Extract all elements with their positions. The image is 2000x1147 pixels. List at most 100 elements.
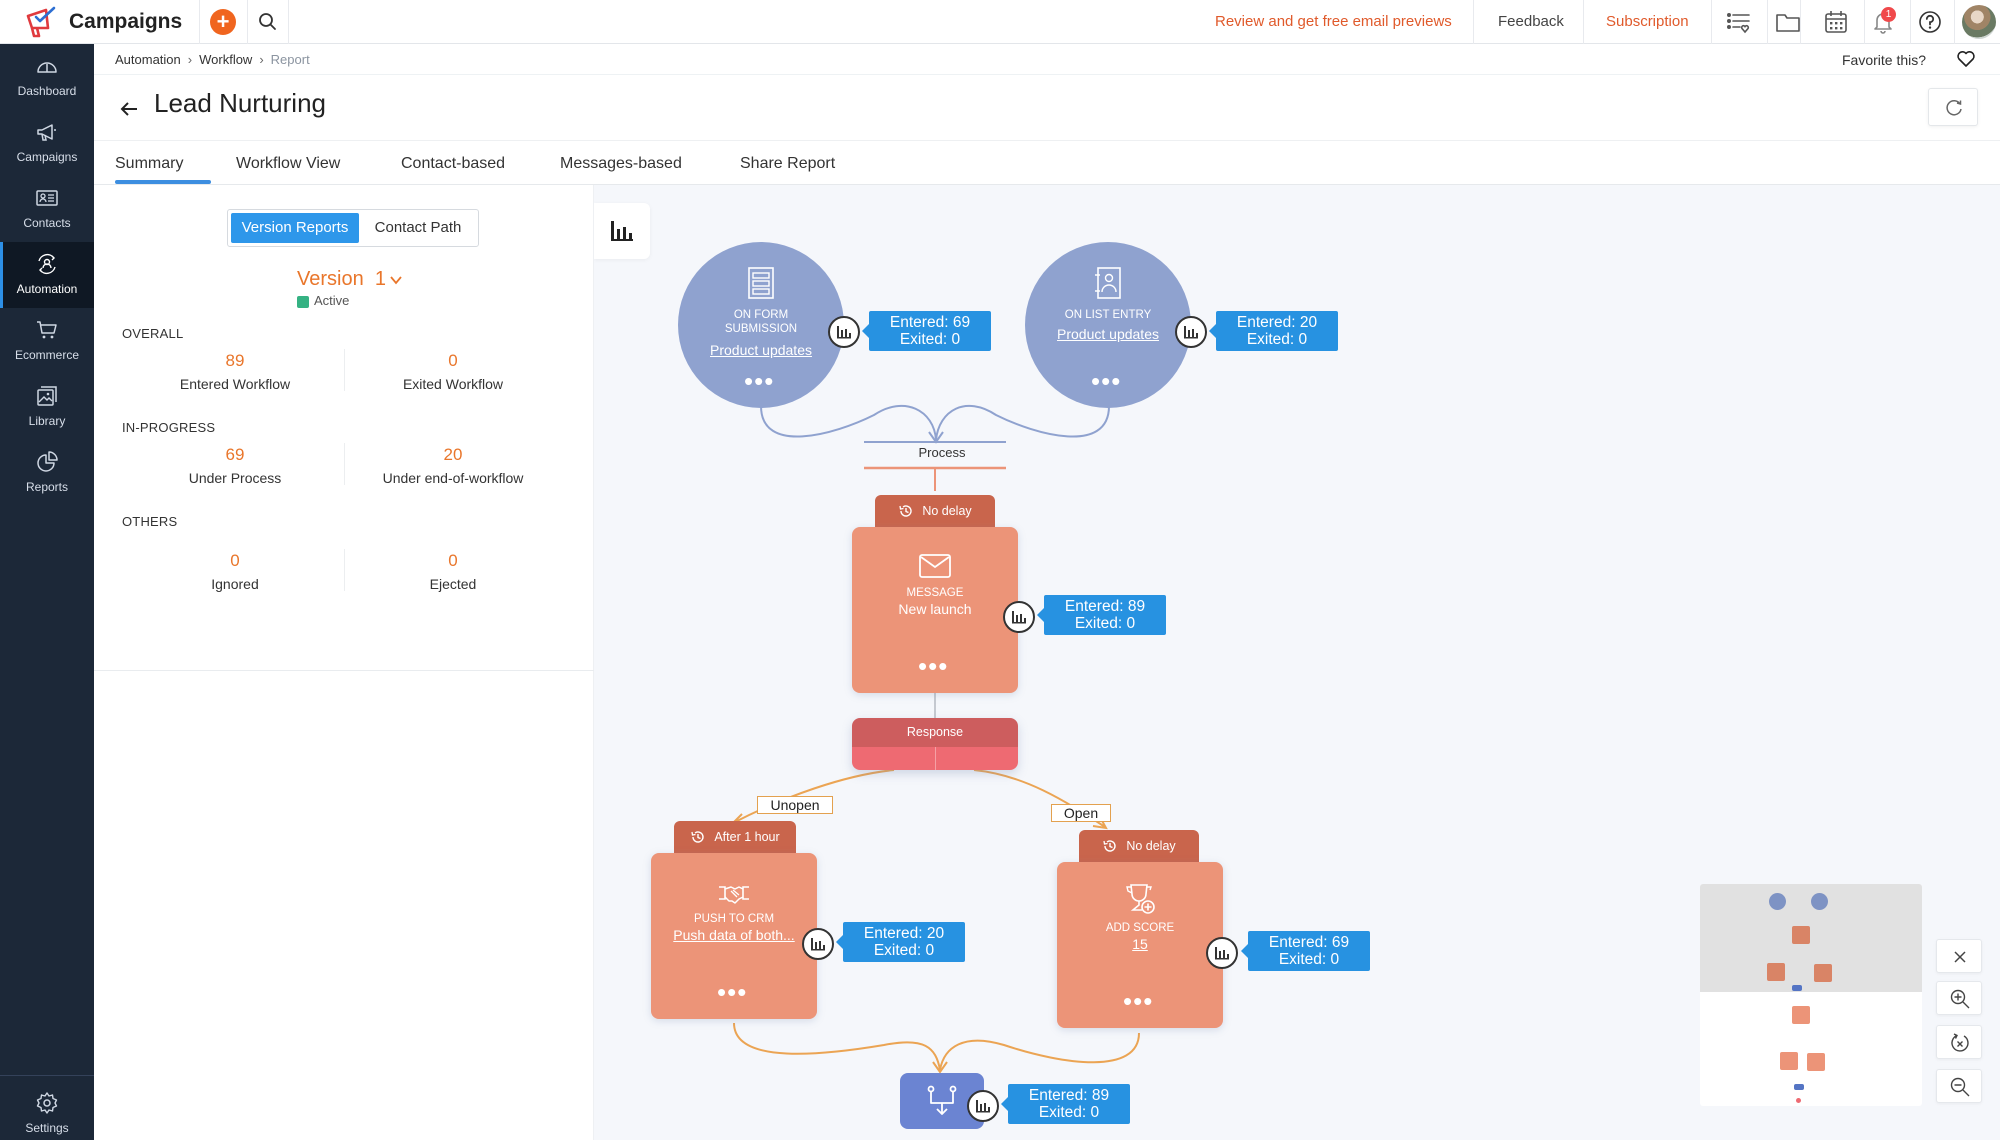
trigger-type-line1: ON FORM bbox=[733, 309, 789, 321]
node-stats-button[interactable] bbox=[1003, 601, 1035, 633]
delay-label: No delay bbox=[1126, 839, 1176, 853]
zoom-in-button[interactable] bbox=[1936, 981, 1982, 1015]
stat-label: Under Process bbox=[188, 470, 282, 486]
node-stats-button[interactable] bbox=[967, 1090, 999, 1122]
workflow-canvas[interactable]: ON FORM SUBMISSION Product updates ••• En… bbox=[594, 185, 2000, 1140]
breadcrumb-automation[interactable]: Automation bbox=[115, 52, 181, 67]
subscription-link[interactable]: Subscription bbox=[1606, 13, 1689, 30]
sidebar-item-library[interactable]: Library bbox=[0, 374, 94, 440]
clock-history-icon bbox=[899, 505, 913, 517]
node-stats-button[interactable] bbox=[802, 928, 834, 960]
branch-label-unopen: Unopen bbox=[757, 796, 833, 814]
version-reports-button[interactable]: Version Reports bbox=[231, 213, 359, 243]
refresh-button[interactable] bbox=[1928, 88, 1978, 126]
stat-label: Ignored bbox=[211, 576, 259, 592]
tab-contact-based[interactable]: Contact-based bbox=[401, 155, 505, 173]
email-previews-link[interactable]: Review and get free email previews bbox=[1215, 13, 1452, 30]
trigger-form-link[interactable]: Product updates bbox=[678, 342, 844, 358]
sidebar-item-label: Contacts bbox=[23, 216, 71, 230]
reset-zoom-button[interactable] bbox=[1936, 1025, 1982, 1059]
task-list-icon[interactable] bbox=[1725, 8, 1753, 36]
minimap[interactable] bbox=[1700, 884, 1922, 1106]
tab-share-report[interactable]: Share Report bbox=[740, 155, 835, 173]
back-arrow-icon[interactable] bbox=[118, 98, 140, 120]
avatar[interactable] bbox=[1962, 5, 1996, 39]
folder-icon[interactable] bbox=[1774, 8, 1802, 36]
minimap-trigger bbox=[1769, 893, 1786, 910]
node-stats-button[interactable] bbox=[828, 316, 860, 348]
sidebar-item-ecommerce[interactable]: Ecommerce bbox=[0, 308, 94, 374]
divider bbox=[288, 0, 289, 44]
calendar-icon[interactable] bbox=[1822, 8, 1850, 36]
response-branches bbox=[852, 747, 1018, 770]
zoom-out-button[interactable] bbox=[1936, 1069, 1982, 1103]
more-options-icon[interactable]: ••• bbox=[918, 653, 948, 679]
node-stats-tooltip: Entered: 89 Exited: 0 bbox=[1037, 595, 1166, 635]
node-stats-button[interactable] bbox=[1175, 316, 1207, 348]
divider bbox=[1864, 0, 1865, 44]
sidebar-item-contacts[interactable]: Contacts bbox=[0, 176, 94, 242]
sidebar-item-dashboard[interactable]: Dashboard bbox=[0, 44, 94, 110]
tab-messages-based[interactable]: Messages-based bbox=[560, 155, 682, 173]
divider bbox=[94, 670, 594, 671]
more-options-icon[interactable]: ••• bbox=[717, 979, 747, 1005]
feedback-button[interactable]: Feedback bbox=[1498, 13, 1564, 30]
clock-history-icon bbox=[691, 831, 705, 843]
sidebar-item-campaigns[interactable]: Campaigns bbox=[0, 110, 94, 176]
minimap-trigger bbox=[1811, 893, 1828, 910]
delay-badge[interactable]: After 1 hour bbox=[674, 821, 796, 853]
delay-badge[interactable]: No delay bbox=[875, 495, 995, 527]
trigger-list-link[interactable]: Product updates bbox=[1025, 326, 1191, 342]
trigger-node-list-entry[interactable]: ON LIST ENTRY Product updates ••• bbox=[1025, 242, 1191, 408]
delay-badge[interactable]: No delay bbox=[1079, 830, 1199, 862]
sidebar-item-automation[interactable]: Automation bbox=[0, 242, 94, 308]
tab-summary[interactable]: Summary bbox=[115, 155, 183, 173]
tab-workflow-view[interactable]: Workflow View bbox=[236, 155, 340, 173]
sidebar-item-label: Automation bbox=[16, 282, 78, 296]
sidebar-item-settings[interactable]: Settings bbox=[0, 1081, 94, 1147]
version-dropdown[interactable]: Version 1 bbox=[297, 268, 403, 291]
contact-path-button[interactable]: Contact Path bbox=[359, 213, 477, 243]
breadcrumb-report: Report bbox=[270, 52, 310, 67]
divider bbox=[1767, 0, 1768, 44]
reset-zoom-icon bbox=[1951, 1033, 1969, 1052]
stat-under-process: 69 Under Process bbox=[126, 445, 344, 486]
response-condition-node[interactable]: Response bbox=[852, 718, 1018, 770]
sidebar-item-reports[interactable]: Reports bbox=[0, 440, 94, 506]
push-to-crm-node[interactable]: PUSH TO CRM Push data of both... ••• bbox=[651, 853, 817, 1019]
sidebar-item-label: Library bbox=[28, 414, 66, 428]
bar-chart-icon bbox=[611, 221, 633, 241]
crm-action-link[interactable]: Push data of both... bbox=[651, 927, 817, 943]
node-stats-tooltip: Entered: 69 Exited: 0 bbox=[862, 311, 991, 351]
node-stats-button[interactable] bbox=[1206, 937, 1238, 969]
message-node[interactable]: MESSAGE New launch ••• bbox=[852, 527, 1018, 693]
create-button[interactable]: + bbox=[210, 9, 236, 35]
divider bbox=[1583, 0, 1584, 44]
more-options-icon[interactable]: ••• bbox=[1123, 988, 1153, 1014]
score-value-link[interactable]: 15 bbox=[1057, 936, 1223, 952]
help-icon[interactable] bbox=[1916, 8, 1944, 36]
heart-icon[interactable] bbox=[1956, 49, 1976, 69]
more-options-icon[interactable]: ••• bbox=[1091, 368, 1121, 394]
handshake-icon bbox=[719, 886, 749, 904]
minimap-node bbox=[1796, 1098, 1801, 1103]
node-type: ADD SCORE bbox=[1105, 922, 1175, 934]
automation-icon bbox=[38, 253, 56, 275]
trigger-node-form-submission[interactable]: ON FORM SUBMISSION Product updates ••• bbox=[678, 242, 844, 408]
exited-count: Exited: 0 bbox=[1074, 615, 1136, 632]
report-type-toggle: Version Reports Contact Path bbox=[227, 209, 479, 247]
exited-count: Exited: 0 bbox=[1278, 951, 1340, 968]
section-title-in-progress: IN-PROGRESS bbox=[122, 420, 216, 435]
divider bbox=[1473, 0, 1474, 44]
stat-value: 0 bbox=[230, 551, 240, 570]
exited-count: Exited: 0 bbox=[1038, 1104, 1100, 1121]
bar-chart-icon bbox=[976, 1100, 990, 1113]
exited-count: Exited: 0 bbox=[1246, 331, 1308, 348]
analytics-toggle-button[interactable] bbox=[594, 203, 650, 259]
close-minimap-button[interactable] bbox=[1936, 939, 1982, 973]
search-icon[interactable] bbox=[256, 10, 280, 34]
add-score-node[interactable]: ADD SCORE 15 ••• bbox=[1057, 862, 1223, 1028]
message-name: New launch bbox=[898, 601, 972, 617]
more-options-icon[interactable]: ••• bbox=[744, 368, 774, 394]
breadcrumb-workflow[interactable]: Workflow bbox=[199, 52, 252, 67]
